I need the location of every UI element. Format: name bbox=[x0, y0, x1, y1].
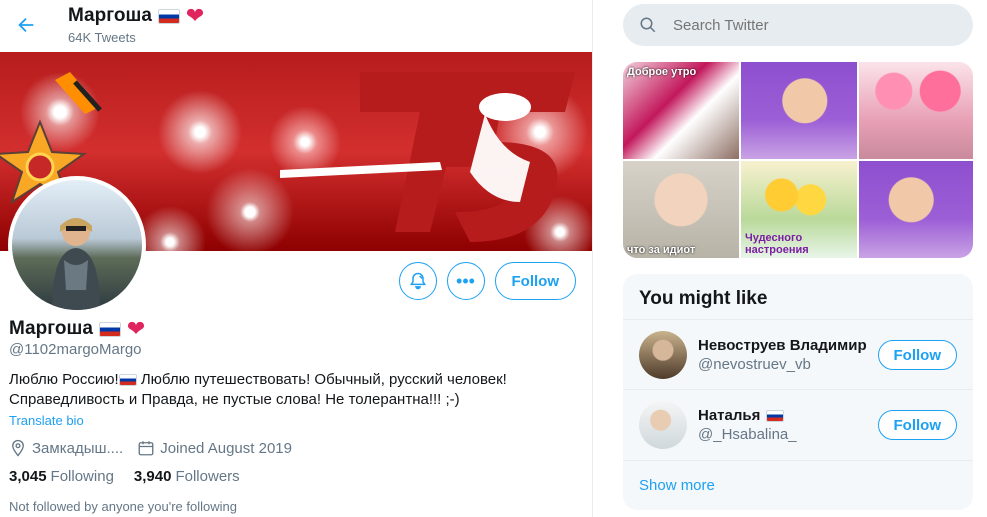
suggested-user[interactable]: Наталья @_Hsabalina_ Follow bbox=[623, 389, 973, 459]
followers-count: 3,940 bbox=[133, 468, 172, 485]
follow-button[interactable]: Follow bbox=[877, 410, 957, 440]
media-caption: что за идиот bbox=[627, 244, 696, 256]
media-tile[interactable]: что за идиот bbox=[623, 161, 739, 258]
user-name-text: Невоструев Владимир bbox=[698, 337, 867, 354]
following-label: Following bbox=[50, 468, 114, 485]
back-arrow-icon bbox=[18, 17, 34, 33]
flag-russia-icon bbox=[98, 321, 121, 337]
joined-text: Joined August 2019 bbox=[160, 439, 292, 457]
suggested-user-handle: @_Hsabalina_ bbox=[698, 426, 797, 443]
bio-line-1: Люблю Россию! Люблю путешествовать! Обыч… bbox=[9, 370, 569, 390]
bio-line-2: Справедливость и Правда, не пустые слова… bbox=[9, 390, 460, 408]
who-to-follow-panel: You might like Невоструев Владимир @nevo… bbox=[623, 274, 973, 510]
tweet-count: 64K Tweets bbox=[68, 30, 136, 45]
profile-column: Маргоша ❤ 64K Tweets ••• Follow Маргоша … bbox=[0, 0, 593, 517]
more-icon: ••• bbox=[456, 270, 475, 291]
avatar[interactable] bbox=[639, 331, 687, 379]
followers-link[interactable]: 3,940 Followers bbox=[134, 468, 240, 485]
bio-text-b: Люблю путешествовать! Обычный, русский ч… bbox=[136, 371, 507, 388]
flag-russia-icon bbox=[118, 374, 137, 387]
search-icon bbox=[640, 17, 656, 33]
media-caption: Чудесного настроения bbox=[745, 232, 809, 256]
media-tile[interactable]: Чудесного настроения bbox=[741, 161, 857, 258]
header-name-text: Маргоша bbox=[68, 5, 152, 26]
top-bar: Маргоша ❤ 64K Tweets bbox=[0, 0, 592, 52]
show-more-link[interactable]: Show more bbox=[623, 460, 973, 510]
search-box[interactable] bbox=[623, 4, 973, 46]
profile-handle: @1102margoMargo bbox=[9, 341, 142, 358]
followers-label: Followers bbox=[175, 468, 240, 485]
location-icon bbox=[12, 439, 24, 457]
follow-button[interactable]: Follow bbox=[494, 262, 576, 300]
header-name: Маргоша ❤ bbox=[68, 5, 204, 27]
avatar-person-icon bbox=[52, 218, 100, 310]
profile-name-text: Маргоша bbox=[9, 318, 93, 339]
calendar-icon bbox=[138, 441, 154, 456]
notification-bell-icon bbox=[409, 272, 426, 290]
back-button[interactable] bbox=[9, 8, 43, 42]
location: Замкадыш.... bbox=[9, 439, 123, 457]
media-tile[interactable] bbox=[859, 62, 973, 159]
location-text: Замкадыш.... bbox=[32, 439, 124, 457]
follow-button[interactable]: Follow bbox=[877, 340, 957, 370]
profile-avatar[interactable] bbox=[8, 176, 146, 314]
media-tile[interactable] bbox=[859, 161, 973, 258]
avatar[interactable] bbox=[639, 401, 687, 449]
banner-75-graphic bbox=[280, 72, 575, 242]
search-input[interactable] bbox=[673, 16, 933, 34]
media-grid: Доброе утро что за идиот Чудесного настр… bbox=[623, 62, 973, 258]
following-link[interactable]: 3,045 Following bbox=[9, 468, 114, 485]
bio-text-a: Люблю Россию! bbox=[9, 371, 119, 388]
profile-bio: Люблю Россию! Люблю путешествовать! Обыч… bbox=[9, 370, 569, 409]
flag-russia-icon bbox=[157, 8, 180, 24]
notifications-button[interactable] bbox=[398, 262, 437, 300]
media-caption: Доброе утро bbox=[627, 66, 697, 78]
profile-actions: ••• Follow bbox=[398, 262, 576, 300]
user-name-text: Наталья bbox=[698, 407, 761, 424]
suggested-user-name[interactable]: Наталья bbox=[698, 407, 785, 424]
suggested-user-handle: @nevostruev_vb bbox=[698, 356, 811, 373]
who-to-follow-title: You might like bbox=[639, 288, 768, 309]
joined-date: Joined August 2019 bbox=[137, 439, 292, 457]
translate-bio-link[interactable]: Translate bio bbox=[9, 413, 84, 428]
more-button[interactable]: ••• bbox=[446, 262, 485, 300]
suggested-user-name[interactable]: Невоструев Владимир bbox=[698, 337, 867, 354]
following-count: 3,045 bbox=[9, 468, 47, 485]
profile-name: Маргоша ❤ bbox=[9, 318, 145, 340]
not-followed-text: Not followed by anyone you're following bbox=[9, 499, 237, 514]
media-tile[interactable]: Доброе утро bbox=[623, 62, 739, 159]
profile-stats: 3,045 Following 3,940 Followers bbox=[9, 468, 240, 485]
profile-meta: Замкадыш.... Joined August 2019 bbox=[9, 439, 292, 457]
heart-icon: ❤ bbox=[185, 3, 205, 28]
flag-russia-icon bbox=[766, 409, 785, 422]
media-tile[interactable] bbox=[741, 62, 857, 159]
heart-icon: ❤ bbox=[126, 316, 146, 341]
suggested-user[interactable]: Невоструев Владимир @nevostruev_vb Follo… bbox=[623, 319, 973, 389]
